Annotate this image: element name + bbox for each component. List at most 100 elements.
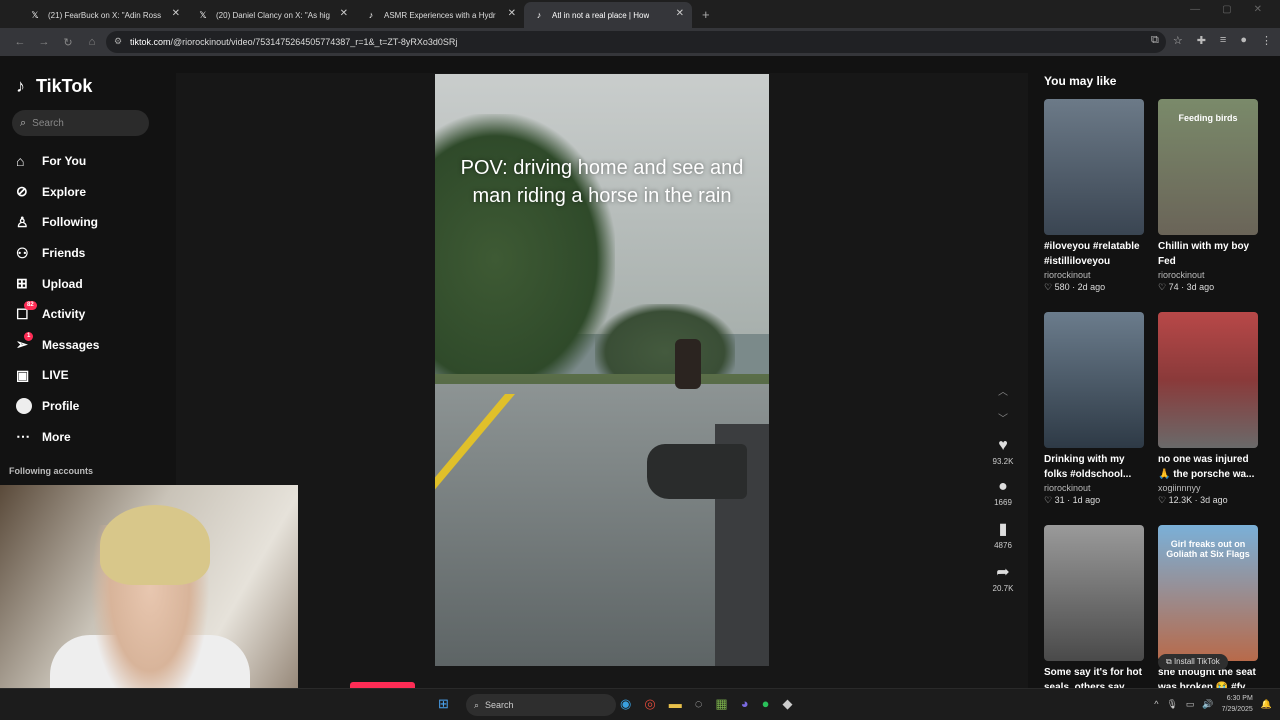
tiktok-logo[interactable]: ♪ TikTok — [16, 76, 92, 97]
file-explorer-icon[interactable]: ▬ — [669, 696, 682, 712]
video-thumbnail[interactable]: Girl freaks out on Goliath at Six Flags — [1158, 525, 1258, 661]
video-thumbnail[interactable]: Feeding birds — [1158, 99, 1258, 235]
steam-icon[interactable]: ◆ — [782, 696, 792, 712]
upload-icon: ⊞ — [16, 275, 28, 292]
close-tab-icon[interactable]: ✕ — [172, 8, 180, 19]
video-thumbnail[interactable] — [1044, 99, 1144, 235]
recommendations-panel: You may like #iloveyou #relatable #istil… — [1044, 56, 1280, 693]
messages-badge: 1 — [24, 331, 34, 341]
browser-toolbar: ← → ↻ ⌂ ⚙ tiktok.com/@riorockinout/video… — [0, 28, 1280, 56]
following-accounts-heading: Following accounts — [9, 466, 94, 476]
search-icon: ⌕ — [20, 116, 27, 129]
chevron-up-icon[interactable]: ^ — [1154, 699, 1158, 709]
save-button[interactable]: ▮ 4876 — [994, 519, 1012, 550]
browser-tab[interactable]: 𝕏 (21) FearBuck on X: "Adin Ross ✕ — [20, 2, 188, 28]
bookmark-star-icon[interactable]: ☆ — [1173, 34, 1183, 47]
sidebar-item-upload[interactable]: ⊞ Upload — [16, 268, 99, 299]
browser-tab[interactable]: ♪ ASMR Experiences with a Hydr ✕ — [356, 2, 524, 28]
share-button[interactable]: ➦ 20.7K — [993, 562, 1014, 593]
microphone-icon[interactable]: 🎙 — [1166, 699, 1177, 710]
windows-start-icon[interactable]: ⊞ — [438, 696, 449, 712]
compass-icon: ⊘ — [16, 183, 28, 200]
home-browser-icon[interactable]: ⌂ — [80, 36, 104, 48]
following-icon: ♙ — [16, 213, 29, 230]
recommended-video-card[interactable]: #iloveyou #relatable #istilliloveyou #re… — [1044, 99, 1144, 293]
comment-icon: ● — [998, 478, 1008, 495]
spotify-icon[interactable]: ● — [762, 696, 770, 712]
recommended-video-card[interactable]: no one was injured 🙏 the porsche wa... x… — [1158, 312, 1258, 506]
taskbar-search[interactable]: ⌕ Search — [466, 694, 616, 716]
close-window-icon[interactable]: ✕ — [1254, 4, 1262, 15]
heart-icon: ♡ — [1158, 495, 1169, 505]
app-icon[interactable]: ▦ — [715, 696, 727, 712]
volume-icon[interactable]: 🔊 — [1202, 699, 1213, 710]
activity-badge: 82 — [24, 300, 37, 310]
sidebar-item-live[interactable]: ▣ LIVE — [16, 360, 99, 391]
media-control-icon[interactable]: ≡ — [1220, 34, 1226, 47]
comment-button[interactable]: ● 1669 — [994, 478, 1012, 507]
close-tab-icon[interactable]: ✕ — [340, 8, 348, 19]
sidebar-item-following[interactable]: ♙ Following — [16, 207, 99, 238]
taskbar-clock[interactable]: 6:30 PM 7/29/2025 — [1222, 693, 1253, 715]
thumbnail-overlay-text: Feeding birds — [1178, 113, 1238, 123]
new-tab-icon[interactable]: + — [702, 7, 710, 22]
video-thumbnail[interactable] — [1044, 525, 1144, 661]
discord-icon[interactable]: ◕ — [741, 696, 749, 712]
install-tiktok-button[interactable]: ⧉ Install TikTok — [1158, 654, 1228, 670]
chevron-down-icon[interactable]: ﹀ — [998, 410, 1008, 425]
heart-icon: ♡ — [1044, 495, 1055, 505]
sidebar-item-friends[interactable]: ⚇ Friends — [16, 238, 99, 269]
close-tab-icon[interactable]: ✕ — [676, 8, 684, 19]
bookmark-icon: ▮ — [998, 521, 1008, 538]
x-icon: 𝕏 — [31, 10, 39, 20]
sidebar-item-for-you[interactable]: ⌂ For You — [16, 146, 99, 177]
heart-icon: ♡ — [1158, 282, 1169, 292]
sidebar-item-messages[interactable]: ➢ 1 Messages — [16, 330, 99, 361]
browser-tab-active[interactable]: ♪ Atl in not a real place | How ✕ — [524, 2, 692, 28]
recommended-video-card[interactable]: Some say it's for hot seals, others say … — [1044, 525, 1144, 695]
like-button[interactable]: ♥ 93.2K — [993, 437, 1014, 466]
live-icon: ▣ — [16, 366, 30, 383]
minimize-icon[interactable]: — — [1190, 4, 1200, 15]
more-icon: ⋯ — [16, 428, 30, 445]
tiktok-icon: ♪ — [368, 10, 374, 20]
profile-avatar-icon[interactable]: ● — [1240, 34, 1247, 47]
share-icon: ➦ — [996, 564, 1010, 581]
forward-icon[interactable]: → — [32, 36, 56, 48]
friends-icon: ⚇ — [16, 244, 29, 261]
edge-icon[interactable]: ◉ — [620, 696, 631, 712]
video-player-area: POV: driving home and see and man riding… — [176, 73, 1028, 693]
extensions-icon[interactable]: ✚ — [1197, 34, 1206, 47]
x-icon: 𝕏 — [199, 10, 207, 20]
video-frame-horse-rider — [675, 339, 701, 389]
network-icon[interactable]: ▭ — [1186, 699, 1195, 710]
browser-menu-icon[interactable]: ⋮ — [1261, 34, 1272, 47]
address-bar[interactable]: ⚙ tiktok.com/@riorockinout/video/7531475… — [106, 31, 1166, 53]
search-input[interactable]: ⌕ Search — [12, 110, 149, 136]
close-tab-icon[interactable]: ✕ — [508, 8, 516, 19]
video-thumbnail[interactable] — [1158, 312, 1258, 448]
notification-icon[interactable]: 🔔 — [1261, 699, 1272, 710]
back-icon[interactable]: ← — [8, 36, 32, 48]
sidebar-item-profile[interactable]: Profile — [16, 391, 99, 422]
chevron-up-icon[interactable]: ︿ — [998, 383, 1008, 398]
sidebar-item-more[interactable]: ⋯ More — [16, 421, 99, 452]
system-tray: ^ 🎙 ▭ 🔊 6:30 PM 7/29/2025 🔔 — [1154, 693, 1272, 715]
obs-icon[interactable]: ◌ — [695, 696, 703, 712]
reload-icon[interactable]: ↻ — [56, 36, 80, 49]
video-thumbnail[interactable] — [1044, 312, 1144, 448]
sidebar-item-explore[interactable]: ⊘ Explore — [16, 177, 99, 208]
site-info-icon[interactable]: ⚙ — [114, 36, 122, 47]
install-app-icon[interactable]: ⧉ — [1151, 34, 1159, 47]
video-frame-trees — [595, 304, 735, 384]
video-player[interactable]: POV: driving home and see and man riding… — [435, 74, 769, 666]
recommended-video-card[interactable]: Feeding birds Chillin with my boy Fed ri… — [1158, 99, 1258, 293]
windows-taskbar: ⊞ ⌕ Search ◉ ◎ ▬ ◌ ▦ ◕ ● ◆ ^ 🎙 ▭ 🔊 6:30 … — [0, 688, 1280, 720]
sidebar-item-activity[interactable]: ☐ 82 Activity — [16, 299, 99, 330]
heart-icon: ♥ — [998, 437, 1008, 454]
chrome-icon[interactable]: ◎ — [644, 696, 655, 712]
webcam-person-hair — [100, 505, 210, 585]
maximize-icon[interactable]: ▢ — [1222, 4, 1231, 15]
browser-tab[interactable]: 𝕏 (20) Daniel Clancy on X: "As hig ✕ — [188, 2, 356, 28]
recommended-video-card[interactable]: Drinking with my folks #oldschool... rio… — [1044, 312, 1144, 506]
